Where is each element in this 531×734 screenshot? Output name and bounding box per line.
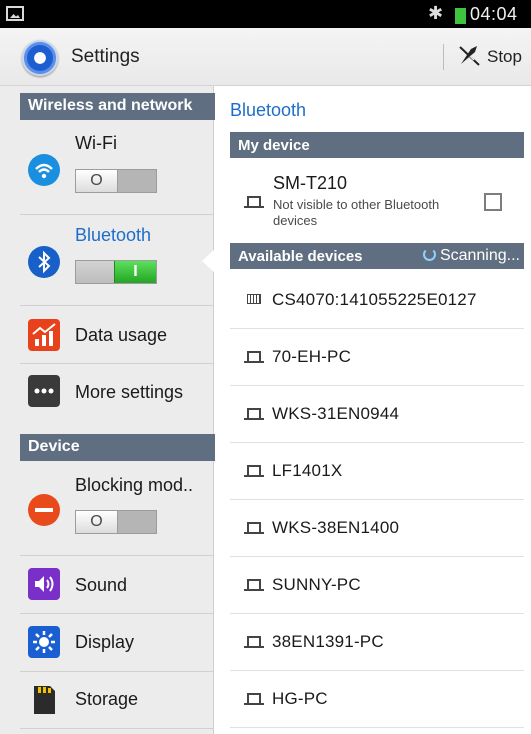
stop-button[interactable]: Stop — [487, 47, 522, 67]
section-header-device: Device — [20, 434, 234, 461]
settings-gear-icon[interactable] — [22, 40, 58, 76]
stop-scan-icon[interactable] — [458, 43, 482, 67]
bluetooth-detail-pane: Bluetooth My device SM-T210 Not visible … — [215, 86, 531, 734]
device-name: HG-PC — [272, 689, 328, 708]
toggle-track — [76, 261, 116, 283]
page-title: Settings — [71, 46, 140, 67]
menu-item-label: Storage — [75, 689, 139, 709]
section-header-my-device: My device — [230, 132, 524, 158]
wifi-icon — [28, 154, 60, 186]
storage-icon — [28, 682, 60, 714]
divider — [20, 214, 214, 215]
gallery-notification-icon — [6, 6, 24, 21]
device-row[interactable]: SUNNY-PC — [230, 557, 524, 614]
toggle-off-knob: O — [76, 170, 118, 192]
divider — [20, 555, 214, 556]
action-bar: Settings Stop — [0, 28, 531, 86]
toggle-off-knob: O — [76, 511, 118, 533]
selected-item-pointer — [202, 248, 216, 274]
settings-menu: Wireless and network Wi-Fi O Bluetooth I… — [0, 86, 234, 734]
bluetooth-icon — [28, 246, 60, 278]
status-bar: ✱ 04:04 — [0, 0, 531, 28]
divider — [20, 363, 214, 364]
device-row[interactable]: 70-EH-PC — [230, 329, 524, 386]
wifi-toggle[interactable]: O — [75, 169, 157, 193]
keyboard-icon — [247, 294, 261, 304]
more-dots-icon — [28, 375, 60, 407]
menu-item-label: Data usage — [75, 325, 168, 345]
menu-item-label: Wi-Fi — [75, 133, 117, 153]
menu-item-label: Bluetooth — [75, 225, 152, 245]
sound-icon — [28, 568, 60, 600]
action-divider — [443, 44, 444, 70]
laptop-icon — [244, 579, 264, 591]
my-device-name: SM-T210 — [273, 173, 348, 193]
menu-item-label: Sound — [75, 575, 128, 595]
section-header-available-devices: Available devices Scanning... — [230, 243, 524, 269]
scanning-indicator: Scanning... — [422, 247, 520, 265]
detail-title: Bluetooth — [230, 100, 307, 120]
device-row[interactable]: LF1401X — [230, 443, 524, 500]
my-device-visibility-text: Not visible to other Bluetooth devices — [273, 197, 440, 228]
battery-icon — [455, 5, 466, 24]
divider — [20, 671, 214, 672]
blocking-mode-toggle[interactable]: O — [75, 510, 157, 534]
device-row[interactable]: WKS-38EN1400 — [230, 500, 524, 557]
laptop-icon — [244, 693, 264, 705]
device-name: CS4070:141055225E0127 — [272, 290, 477, 309]
laptop-icon — [244, 196, 264, 208]
device-name: WKS-38EN1400 — [272, 518, 400, 537]
spinner-icon — [422, 248, 436, 261]
device-name: SUNNY-PC — [272, 575, 361, 594]
divider — [20, 613, 214, 614]
toggle-on-knob: I — [114, 261, 156, 283]
bluetooth-status-icon: ✱ — [428, 3, 444, 23]
display-icon — [28, 626, 60, 658]
clock: 04:04 — [470, 4, 518, 24]
device-name: 70-EH-PC — [272, 347, 352, 366]
section-header-wireless: Wireless and network — [20, 93, 234, 120]
laptop-icon — [244, 636, 264, 648]
device-row[interactable]: 38EN1391-PC — [230, 614, 524, 671]
blocking-mode-icon — [28, 494, 60, 526]
available-devices-label: Available devices — [238, 248, 363, 265]
device-row[interactable]: WKS-31EN0944 — [230, 386, 524, 443]
menu-item-label: Blocking mod.. — [75, 475, 194, 495]
device-name: WKS-31EN0944 — [272, 404, 400, 423]
scanning-label: Scanning... — [439, 247, 520, 264]
laptop-icon — [244, 408, 264, 420]
device-name: LF1401X — [272, 461, 343, 480]
menu-item-label: Display — [75, 632, 135, 652]
device-row[interactable]: CS4070:141055225E0127 — [230, 272, 524, 329]
visibility-checkbox[interactable] — [484, 193, 502, 211]
divider — [20, 728, 214, 729]
bluetooth-toggle[interactable]: I — [75, 260, 157, 284]
laptop-icon — [244, 522, 264, 534]
menu-item-label: More settings — [75, 382, 184, 402]
data-usage-icon — [28, 319, 60, 351]
device-name: 38EN1391-PC — [272, 632, 384, 651]
device-row[interactable]: HG-PC — [230, 671, 524, 728]
divider — [20, 305, 214, 306]
laptop-icon — [244, 351, 264, 363]
laptop-icon — [244, 465, 264, 477]
